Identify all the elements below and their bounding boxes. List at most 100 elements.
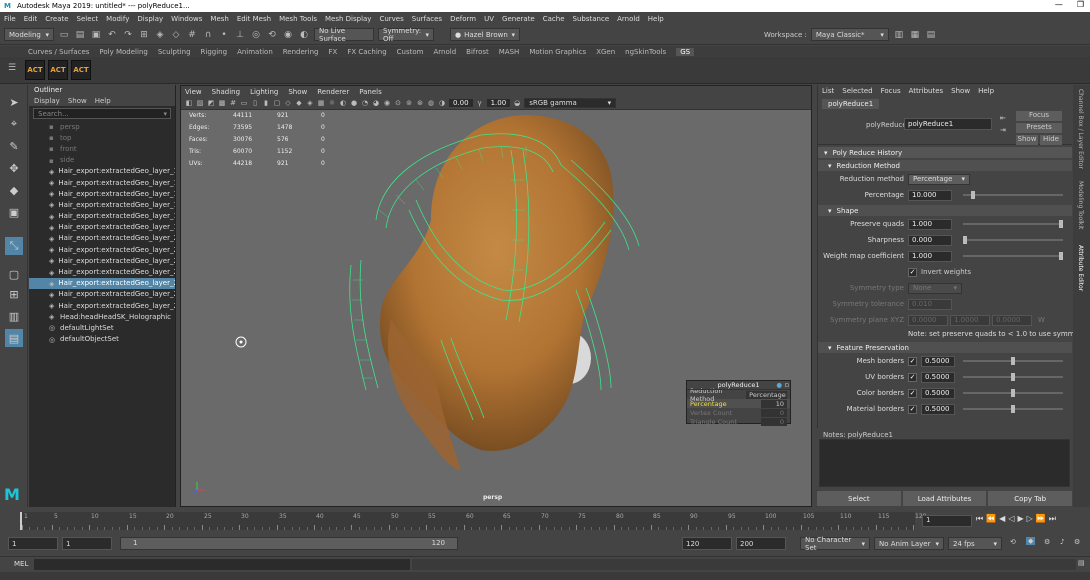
step-back-key-icon[interactable]: ⏪ [986, 514, 996, 524]
menu-deform[interactable]: Deform [450, 15, 476, 23]
ae-menu-help[interactable]: Help [978, 87, 994, 95]
feature-slider[interactable] [963, 357, 1063, 365]
shelf-tab-xgen[interactable]: XGen [596, 48, 615, 56]
feature-checkbox[interactable]: ✓ [908, 372, 917, 382]
outliner-item[interactable]: ◈ Hair_export:extractedGeo_layer_23 [29, 266, 175, 277]
snap-curve-icon[interactable]: ∩ [202, 29, 214, 41]
minimize-icon[interactable]: — [1055, 0, 1063, 9]
shelf-tab-rigging[interactable]: Rigging [201, 48, 228, 56]
in-view-editor[interactable]: polyReduce1 ● ▫ Reduction Method Percenta… [686, 380, 791, 426]
playback-end-field[interactable]: 120 [682, 537, 732, 550]
poly-reduce-history-header[interactable]: ▾ Poly Reduce History [818, 147, 1072, 158]
outliner-item[interactable]: ◈ Hair_export:extractedGeo_layer_22 [29, 255, 175, 266]
paint-select-icon[interactable]: ✎ [5, 137, 23, 155]
outliner-item[interactable]: ◈ Hair_export:extractedGeo_layer_24 [29, 277, 175, 289]
shelf-tab-ngskintools[interactable]: ngSkinTools [625, 48, 666, 56]
notes-textarea[interactable] [819, 439, 1070, 487]
xray-joints-icon[interactable]: ⊛ [416, 99, 424, 107]
symmetry-plane-x[interactable]: 0.0000 [908, 314, 948, 326]
ae-menu-attributes[interactable]: Attributes [909, 87, 944, 95]
in-view-row[interactable]: Vertex Count 0 [687, 408, 790, 417]
viewport-menu-panels[interactable]: Panels [359, 88, 382, 96]
time-slider[interactable]: 1 5 10 15 20 25 30 35 40 45 50 55 60 65 70 75 80 85 90 95 10… [0, 509, 1090, 531]
outliner-item[interactable]: ◈ Hair_export:extractedGeo_layer_15 [29, 177, 175, 188]
sharpness-field[interactable]: 0.000 [908, 234, 952, 246]
wireframe-on-shaded-icon[interactable]: ◈ [306, 99, 314, 107]
shelf-menu-icon[interactable]: ☰ [8, 63, 16, 73]
image-plane-icon[interactable]: ▩ [218, 99, 226, 107]
presets-arrow-icon[interactable]: ⇥ [1000, 126, 1006, 134]
color-space-dropdown[interactable]: sRGB gamma ▾ [524, 98, 617, 108]
symmetry-plane-z[interactable]: 0.0000 [992, 314, 1032, 326]
lights-icon[interactable]: ☼ [328, 99, 336, 107]
step-back-frame-icon[interactable]: ◀ [999, 514, 1005, 524]
sound-icon[interactable]: ♪ [1060, 538, 1064, 546]
wireframe-icon[interactable]: ◇ [284, 99, 292, 107]
ipr-icon[interactable]: ◐ [298, 29, 310, 41]
feature-checkbox[interactable]: ✓ [908, 356, 917, 366]
copy-tab-button[interactable]: Copy Tab [988, 491, 1073, 506]
fps-dropdown[interactable]: 24 fps ▾ [948, 537, 1002, 550]
shelf-tab-rendering[interactable]: Rendering [283, 48, 319, 56]
script-editor-icon[interactable]: ▤ [1078, 559, 1085, 567]
shelf-tab-custom[interactable]: Custom [397, 48, 424, 56]
outliner-item[interactable]: ◈ Hair_export:extractedGeo_layer_17 [29, 199, 175, 210]
sharpness-slider[interactable] [963, 236, 1063, 244]
hide-button[interactable]: Hide [1040, 135, 1062, 145]
ae-menu-focus[interactable]: Focus [881, 87, 901, 95]
menu-modify[interactable]: Modify [106, 15, 129, 23]
go-to-start-icon[interactable]: ⏮ [976, 514, 983, 524]
depth-of-field-icon[interactable]: ◉ [383, 99, 391, 107]
shape-header[interactable]: ▾ Shape [818, 205, 1072, 216]
percentage-slider[interactable] [963, 191, 1063, 199]
in-view-row-value[interactable]: Percentage [746, 390, 787, 399]
menu-mesh[interactable]: Mesh [210, 15, 228, 23]
gate-mask-icon[interactable]: ▮ [262, 99, 270, 107]
in-view-row[interactable]: Triangle Count 0 [687, 417, 790, 426]
feature-preservation-header[interactable]: ▾ Feature Preservation [818, 342, 1072, 353]
playback-start-field[interactable]: 1 [62, 537, 112, 550]
in-view-row[interactable]: Reduction Method Percentage [687, 387, 790, 403]
play-forwards-icon[interactable]: ▶ [1017, 514, 1023, 524]
in-view-options-icon[interactable]: ● [776, 381, 782, 389]
reduction-method-header[interactable]: ▾ Reduction Method [818, 160, 1072, 171]
shelf-tab-sculpting[interactable]: Sculpting [158, 48, 191, 56]
layout-grid-icon[interactable]: ▦ [909, 29, 921, 41]
feature-slider[interactable] [963, 389, 1063, 397]
shelf-tab-fx-caching[interactable]: FX Caching [347, 48, 386, 56]
select-button[interactable]: Select [817, 491, 901, 506]
film-gate-icon[interactable]: ▭ [240, 99, 248, 107]
menu-cache[interactable]: Cache [543, 15, 565, 23]
command-input[interactable] [34, 559, 410, 570]
symmetry-tolerance-field[interactable]: 0.010 [908, 298, 952, 310]
restore-icon[interactable]: ❐ [1077, 0, 1084, 9]
auto-key-icon[interactable]: ◆ [1026, 537, 1036, 545]
menu-display[interactable]: Display [137, 15, 163, 23]
menu-windows[interactable]: Windows [171, 15, 202, 23]
menu-surfaces[interactable]: Surfaces [412, 15, 442, 23]
outliner-item[interactable]: ◈ Hair_export:extractedGeo_layer_20 [29, 233, 175, 244]
outliner-item[interactable]: ▪ top [29, 132, 175, 143]
viewport-menu-show[interactable]: Show [288, 88, 307, 96]
panel-toggle-icon[interactable]: ▤ [925, 29, 937, 41]
select-tool-icon[interactable]: ➤ [5, 93, 23, 111]
reduction-method-dropdown[interactable]: Percentage ▾ [908, 173, 970, 185]
animation-end-field[interactable]: 200 [736, 537, 786, 550]
render-icon[interactable]: ◉ [282, 29, 294, 41]
ae-menu-show[interactable]: Show [951, 87, 970, 95]
shelf-button-act-new[interactable]: ACT [48, 60, 68, 80]
feature-slider[interactable] [963, 373, 1063, 381]
viewport-menu-view[interactable]: View [185, 88, 202, 96]
outliner-menu-display[interactable]: Display [34, 97, 60, 105]
shelf-button-act-ui[interactable]: ACT [25, 60, 45, 80]
shelf-tab-curves-surfaces[interactable]: Curves / Surfaces [28, 48, 89, 56]
camera-select-icon[interactable]: ◧ [185, 99, 193, 107]
outliner-item[interactable]: ◎ defaultObjectSet [29, 334, 175, 345]
playback-prefs-icon[interactable]: ⚙ [1044, 538, 1050, 546]
shelf-button-act-del[interactable]: ACT [71, 60, 91, 80]
shelf-tab-gs[interactable]: GS [676, 47, 695, 56]
layout-icon[interactable]: ▥ [893, 29, 905, 41]
outliner-item[interactable]: ▪ persp [29, 121, 175, 132]
menu-help[interactable]: Help [648, 15, 664, 23]
outliner-item[interactable]: ◈ Hair_export:extractedGeo_layer_14 [29, 166, 175, 177]
